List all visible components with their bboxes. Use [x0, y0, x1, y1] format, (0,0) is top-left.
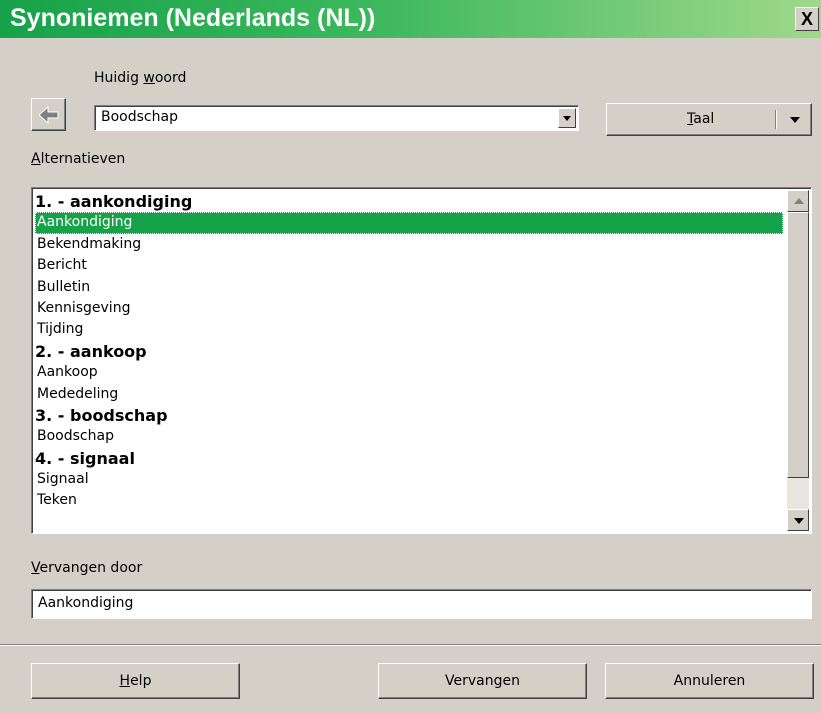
- language-button-separator: [775, 110, 776, 129]
- list-group-header[interactable]: 2. - aankoop: [35, 341, 783, 362]
- alternatives-list-content: 1. - aankondiging Aankondiging Bekendmakin…: [35, 191, 783, 512]
- chevron-down-icon: [563, 116, 571, 121]
- window-title: Synoniemen (Nederlands (NL)): [10, 4, 376, 32]
- list-item[interactable]: Boodschap: [35, 426, 783, 447]
- current-word-label: Huidig woord: [94, 70, 187, 86]
- scroll-up-button[interactable]: [787, 190, 809, 212]
- current-word-combobox[interactable]: Boodschap: [94, 105, 579, 131]
- list-item[interactable]: Bekendmaking: [35, 234, 783, 255]
- back-button[interactable]: [31, 98, 66, 131]
- cancel-button[interactable]: Annuleren: [605, 663, 814, 699]
- scroll-down-button[interactable]: [787, 509, 809, 531]
- button-divider: [0, 644, 821, 645]
- list-item[interactable]: Mededeling: [35, 384, 783, 405]
- language-button[interactable]: Taal: [606, 103, 812, 136]
- chevron-down-icon[interactable]: [790, 117, 800, 123]
- list-item[interactable]: Signaal: [35, 469, 783, 490]
- list-item[interactable]: Tijding: [35, 319, 783, 340]
- list-item[interactable]: Teken: [35, 490, 783, 511]
- list-group-header[interactable]: 1. - aankondiging: [35, 191, 783, 212]
- list-item[interactable]: Aankoop: [35, 362, 783, 383]
- list-item[interactable]: Bericht: [35, 255, 783, 276]
- replace-button[interactable]: Vervangen: [378, 663, 587, 699]
- list-group-header[interactable]: 3. - boodschap: [35, 405, 783, 426]
- replace-with-input[interactable]: Aankondiging: [31, 589, 812, 619]
- chevron-up-icon: [794, 198, 804, 204]
- list-group-header[interactable]: 4. - signaal: [35, 448, 783, 469]
- help-button[interactable]: Help: [31, 663, 240, 699]
- left-arrow-icon: [39, 106, 59, 124]
- vertical-scrollbar[interactable]: [787, 190, 809, 531]
- alternatives-label: Alternatieven: [31, 151, 126, 167]
- replace-with-label: Vervangen door: [31, 560, 143, 576]
- chevron-down-icon: [794, 518, 804, 524]
- combobox-dropdown-button[interactable]: [558, 108, 576, 128]
- list-item[interactable]: Kennisgeving: [35, 298, 783, 319]
- alternatives-list[interactable]: 1. - aankondiging Aankondiging Bekendmakin…: [31, 187, 812, 534]
- list-item[interactable]: Aankondiging: [35, 212, 783, 234]
- list-item[interactable]: Bulletin: [35, 277, 783, 298]
- replace-with-value: Aankondiging: [38, 595, 134, 611]
- current-word-value: Boodschap: [101, 109, 178, 125]
- close-button[interactable]: X: [795, 7, 819, 31]
- title-bar: Synoniemen (Nederlands (NL)) X: [0, 0, 821, 38]
- language-button-label: Taal: [687, 111, 715, 127]
- scrollbar-thumb[interactable]: [787, 212, 809, 478]
